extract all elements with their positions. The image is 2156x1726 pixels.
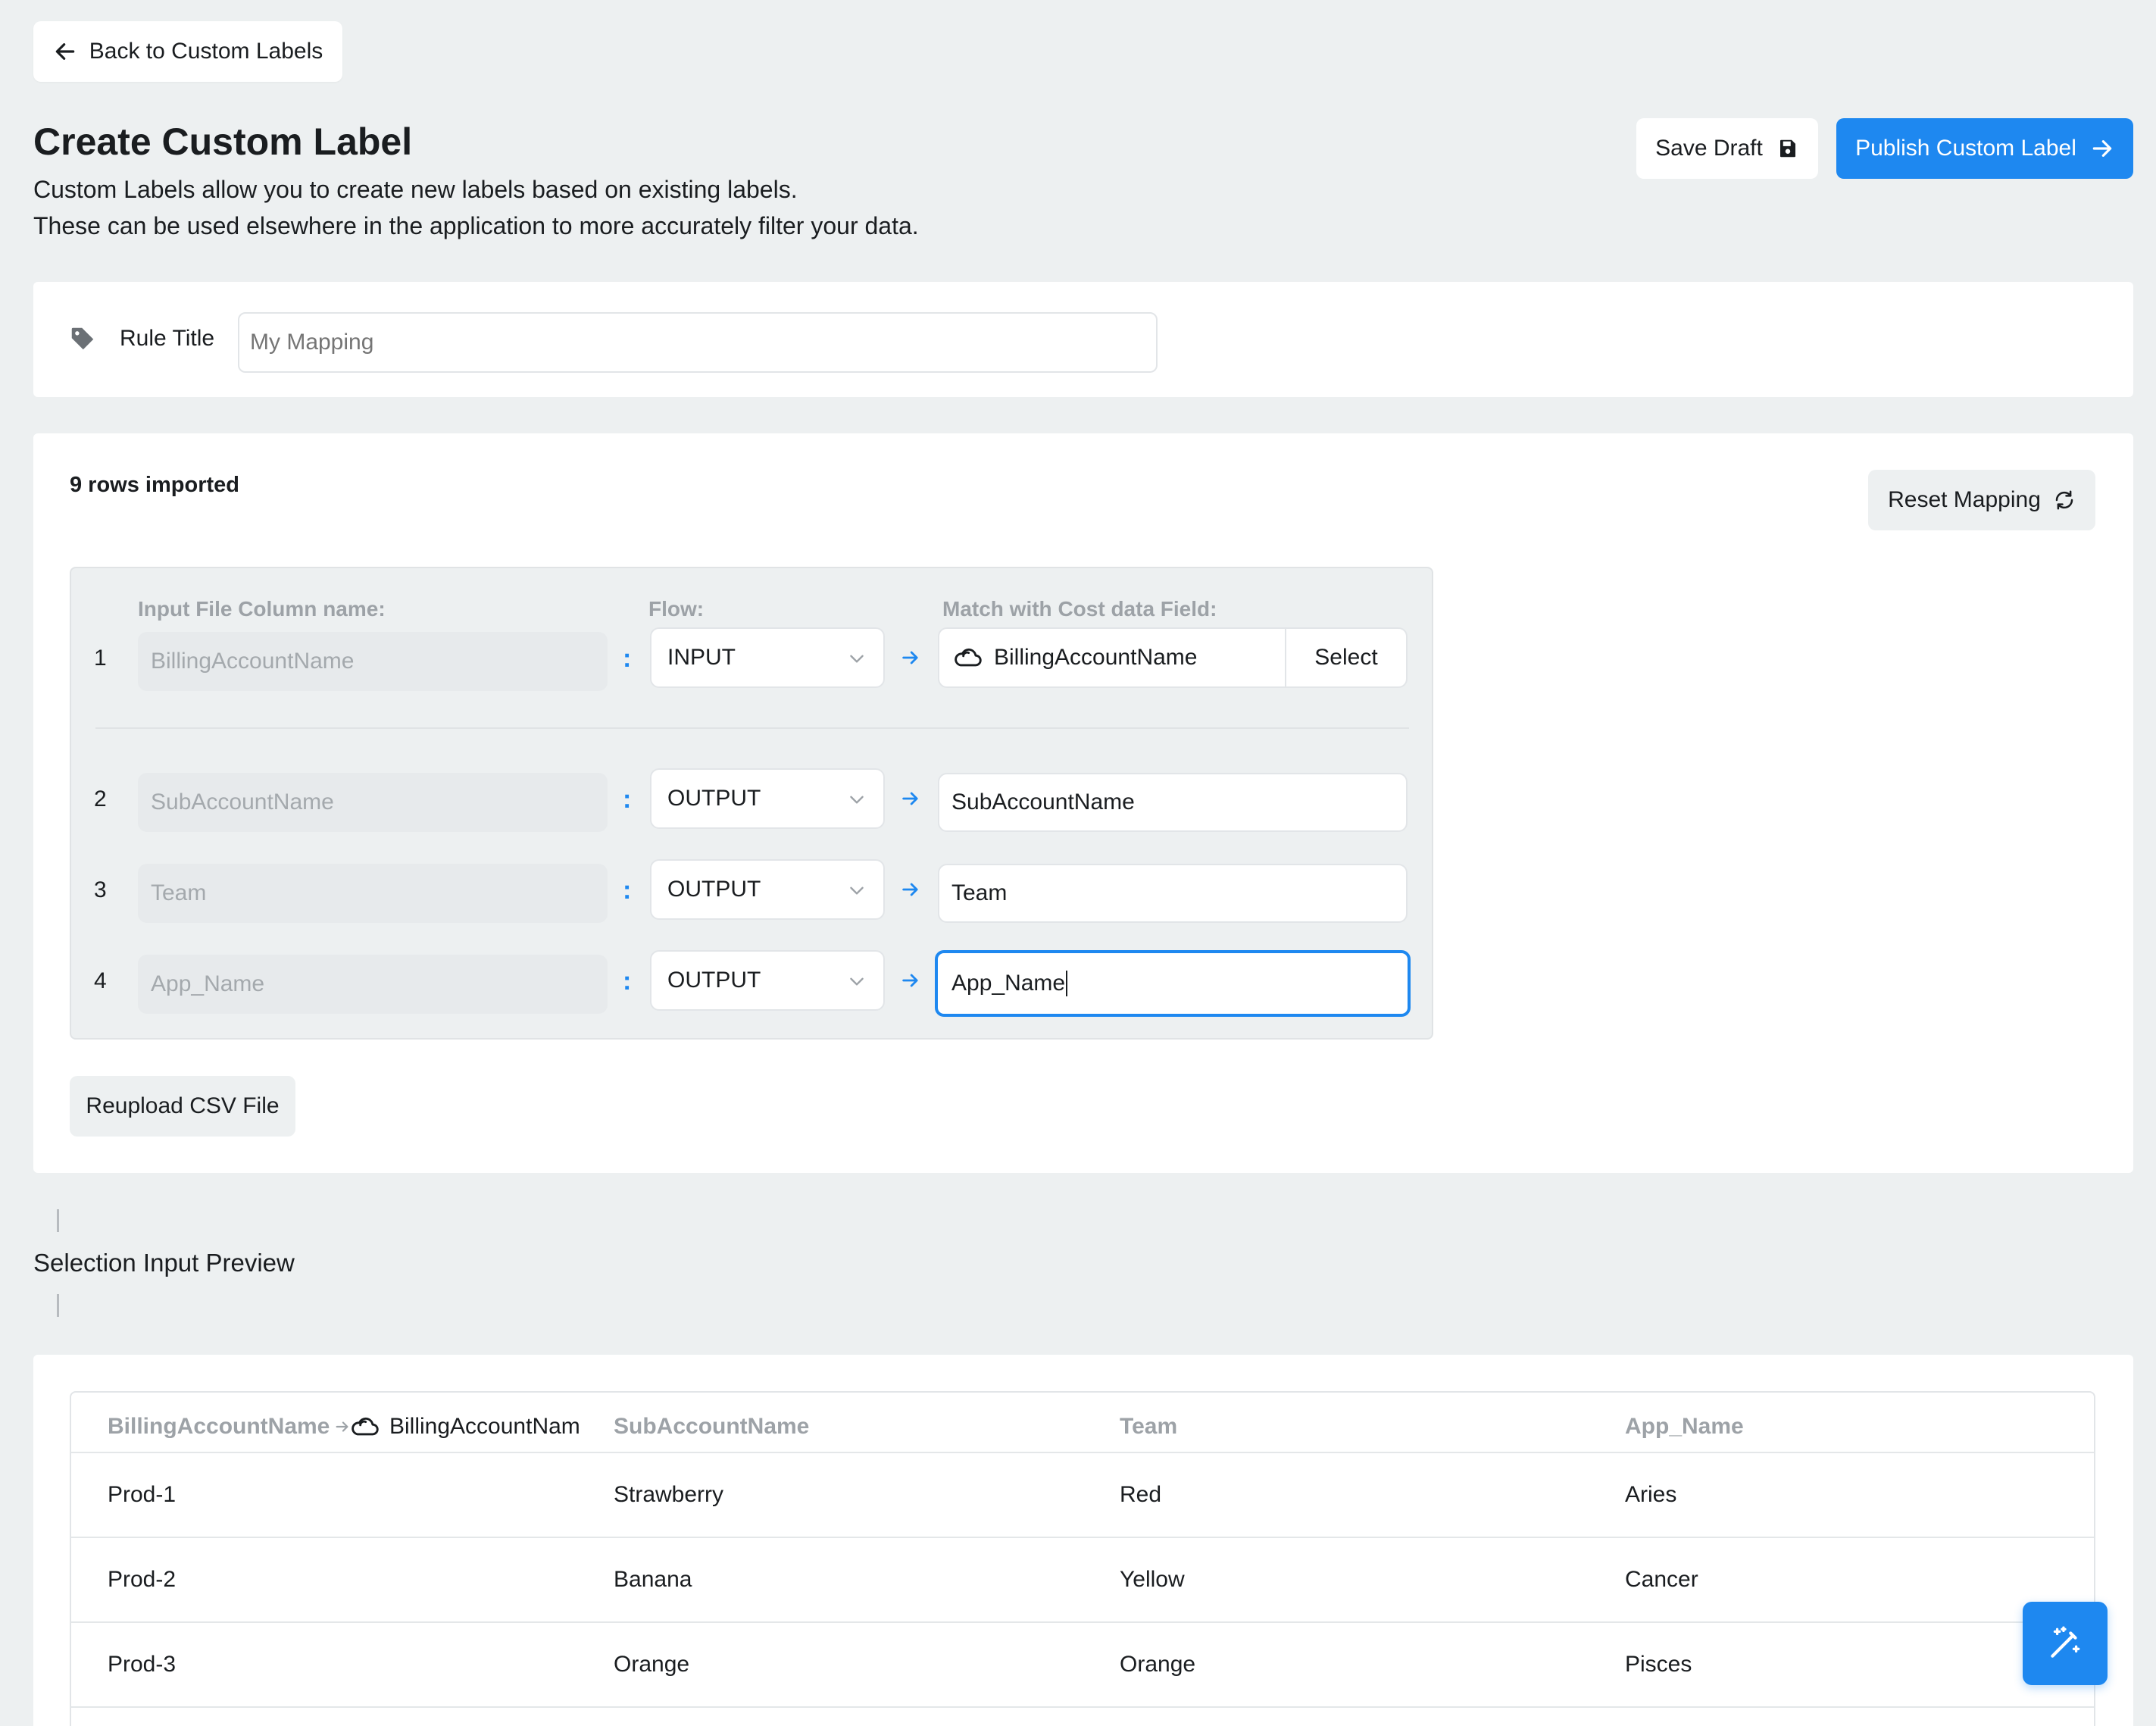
match-field-header: Match with Cost data Field: [942,597,1217,621]
output-label-input[interactable]: SubAccountName [938,773,1408,832]
output-label-value: App_Name [951,971,1066,996]
table-cell: Prod-2 [108,1567,177,1592]
page-title: Create Custom Label [33,120,413,163]
column-header-source: BillingAccountName [108,1414,351,1440]
column-header-team: Team [1120,1414,1178,1439]
column-header-source-label: BillingAccountName [108,1414,330,1439]
column-header-subaccount: SubAccountName [614,1414,810,1439]
arrow-right-icon [900,879,921,900]
arrow-left-icon [53,39,77,64]
cost-data-field-value: BillingAccountName [994,645,1198,670]
save-draft-button[interactable]: Save Draft [1636,118,1818,179]
refresh-icon [2053,489,2076,511]
mapping-colon: : [623,644,632,673]
preview-title: Selection Input Preview [33,1249,295,1277]
row-number: 1 [94,646,107,671]
mapping-colon: : [623,967,632,996]
column-header-target: BillingAccountNam [350,1409,579,1444]
rows-imported-count: 9 rows imported [70,473,239,497]
flow-select[interactable]: INPUT [650,627,885,688]
table-cell: Prod-3 [108,1652,177,1677]
reset-mapping-button[interactable]: Reset Mapping [1868,470,2095,530]
table-cell: Banana [614,1567,692,1592]
arrow-right-icon [334,1418,351,1435]
rule-title-input[interactable] [238,312,1158,373]
table-cell: Orange [614,1652,690,1677]
flow-select-value: OUTPUT [667,786,761,811]
page-description-line2: These can be used elsewhere in the appli… [33,212,919,239]
table-header-divider [71,1452,2094,1453]
table-cell: Orange [1120,1652,1196,1677]
table-cell: Prod-1 [108,1482,177,1507]
text-cursor [1066,971,1068,996]
mapping-colon: : [623,785,632,814]
input-column-field: Team [138,864,608,923]
save-draft-label: Save Draft [1655,136,1763,161]
table-cell: Red [1120,1482,1162,1507]
section-divider-bottom [57,1294,59,1317]
arrow-right-icon [900,647,921,668]
output-label-input-focused[interactable]: App_Name [935,950,1411,1017]
chevron-down-icon [847,971,867,991]
table-cell: Strawberry [614,1482,724,1507]
flow-select[interactable]: OUTPUT [650,859,885,920]
select-field-label: Select [1314,645,1378,670]
table-cell: Pisces [1625,1652,1692,1677]
row-divider [95,727,1409,729]
column-header-target-label: BillingAccountNam [389,1414,579,1439]
table-cell: Aries [1625,1482,1677,1507]
input-column-header: Input File Column name: [138,597,386,621]
magic-wand-icon [2046,1624,2084,1662]
chevron-down-icon [847,880,867,900]
flow-select-value: OUTPUT [667,877,761,902]
reset-mapping-label: Reset Mapping [1888,487,2041,512]
flow-select[interactable]: OUTPUT [650,768,885,829]
input-column-field: BillingAccountName [138,632,608,691]
chevron-down-icon [847,649,867,668]
reupload-csv-label: Reupload CSV File [86,1093,280,1118]
page-description-line1: Custom Labels allow you to create new la… [33,176,798,203]
magic-wand-button[interactable] [2023,1602,2108,1685]
cloud-icon [350,1414,380,1440]
flow-select-value: OUTPUT [667,968,761,993]
flow-header: Flow: [648,597,705,621]
flow-select[interactable]: OUTPUT [650,950,885,1011]
input-column-field: SubAccountName [138,773,608,832]
section-divider-top [57,1209,59,1232]
back-to-custom-labels-button[interactable]: Back to Custom Labels [33,21,342,82]
rule-title-label: Rule Title [120,326,215,351]
cloud-icon [953,645,983,671]
arrow-right-icon [2090,136,2114,161]
arrow-right-icon [900,788,921,809]
arrow-right-icon [900,970,921,991]
output-label-input[interactable]: Team [938,864,1408,923]
publish-custom-label-button[interactable]: Publish Custom Label [1836,118,2133,179]
table-row-divider [71,1706,2094,1708]
row-number: 4 [94,968,107,993]
publish-label: Publish Custom Label [1855,136,2076,161]
table-row-divider [71,1537,2094,1538]
select-field-button[interactable]: Select [1285,629,1406,686]
column-header-app-name: App_Name [1625,1414,1744,1439]
tag-icon [68,324,97,353]
chevron-down-icon [847,790,867,809]
floppy-disk-icon [1776,137,1799,160]
back-button-label: Back to Custom Labels [89,39,323,64]
table-cell: Cancer [1625,1567,1698,1592]
reupload-csv-button[interactable]: Reupload CSV File [70,1076,295,1137]
input-column-field: App_Name [138,955,608,1014]
table-cell: Yellow [1120,1567,1185,1592]
mapping-colon: : [623,876,632,905]
flow-select-value: INPUT [667,645,736,670]
row-number: 3 [94,877,107,902]
table-row-divider [71,1621,2094,1623]
cost-data-field-selection: BillingAccountName Select [938,627,1408,688]
row-number: 2 [94,786,107,811]
